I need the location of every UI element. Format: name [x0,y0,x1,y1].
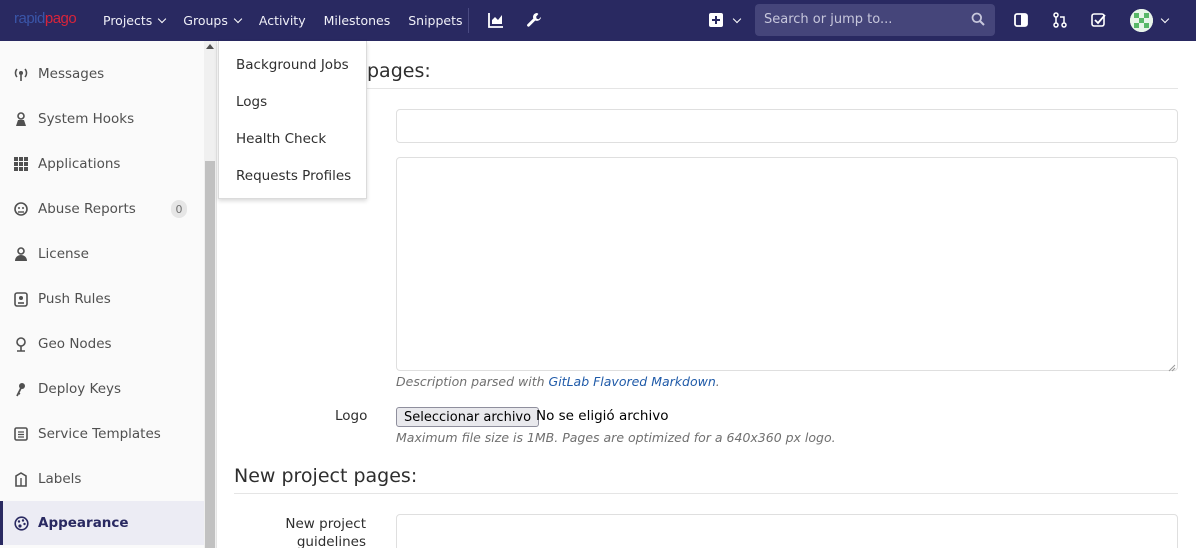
no-file-text: No se eligió archivo [536,408,669,424]
sidebar-item-messages[interactable]: Messages [0,52,204,96]
sidebar-item-geo-nodes[interactable]: Geo Nodes [0,322,204,366]
sidebar-item-label: Push Rules [38,291,111,307]
user-avatar[interactable] [1130,9,1153,32]
search-icon [971,12,985,30]
sidebar-item-applications[interactable]: Applications [0,142,204,186]
search-placeholder: Search or jump to... [764,12,893,27]
sidebar-scrollbar-thumb[interactable] [205,161,215,548]
sidebar-item-label: Labels [38,471,82,487]
nav-menu: Projects Groups Activity Milestones Snip… [103,0,481,41]
guidelines-textarea[interactable] [396,514,1178,548]
guidelines-label: New project guidelines [280,516,366,548]
sidebar-item-label: Messages [38,66,105,82]
nav-groups-label: Groups [183,13,228,28]
broadcast-icon [13,66,29,82]
sidebar-item-deploy-keys[interactable]: Deploy Keys [0,367,204,411]
label-icon [13,471,29,487]
brand-logo-prefix: rapid [14,10,45,27]
hook-icon [13,111,29,127]
sidebar-item-label: Deploy Keys [38,381,122,397]
chevron-down-icon [233,14,243,24]
scroll-up-arrow-icon[interactable] [206,44,214,49]
nav-projects-label: Projects [103,13,153,28]
sidebar-item-appearance[interactable]: Appearance [0,501,204,545]
brand-logo-suffix: pago [44,10,77,27]
grid-icon [13,156,29,172]
abuse-icon [13,201,29,217]
nav-separator [468,8,469,33]
push-rules-icon [13,291,29,307]
palette-icon [13,515,29,531]
help-prefix: Description parsed with [396,374,549,389]
admin-dropdown-menu: Background Jobs Logs Health Check Reques… [218,41,367,199]
chevron-down-icon[interactable] [726,11,744,29]
todo-check-icon[interactable] [1090,11,1108,29]
sidebar-item-label: Applications [38,156,121,172]
sidebar-item-label: Geo Nodes [38,336,112,352]
markdown-link[interactable]: GitLab Flavored Markdown [549,374,716,389]
nav-snippets[interactable]: Snippets [408,13,462,28]
chevron-down-glyph [732,14,741,23]
plus-square-icon[interactable] [707,11,725,29]
sidebar-item-service-templates[interactable]: Service Templates [0,412,204,456]
sidebar-item-label: License [38,246,89,262]
sidebar-toggle-icon[interactable] [1012,11,1030,29]
guidelines-label-line2: guidelines [296,534,366,548]
sidebar-item-label: Service Templates [38,426,161,442]
nav-milestones-label: Milestones [323,13,391,28]
count-badge: 0 [171,200,187,218]
brand-logo[interactable]: rapidpago [14,10,77,27]
nav-milestones[interactable]: Milestones [324,13,391,28]
nav-groups[interactable]: Groups [183,13,243,28]
wrench-icon[interactable] [525,11,543,29]
section-divider [234,88,1178,89]
sidebar-item-labels[interactable]: Labels [0,457,204,501]
license-icon [13,246,29,262]
section-divider [234,493,1178,494]
sidebar-item-system-hooks[interactable]: System Hooks [0,97,204,141]
sidebar-item-label: System Hooks [38,111,135,127]
top-navbar: rapidpago Projects Groups Activity Miles… [0,0,1196,41]
chevron-down-icon [158,14,167,24]
nav-snippets-label: Snippets [408,13,463,28]
title-input[interactable] [396,109,1178,143]
sidebar-item-license[interactable]: License [0,232,204,276]
merge-request-icon[interactable] [1051,11,1069,29]
description-help-text: Description parsed with GitLab Flavored … [396,374,720,389]
service-icon [13,426,29,442]
nav-activity-label: Activity [258,13,306,28]
new-project-section-title: New project pages: [234,465,418,487]
menu-item-logs[interactable]: Logs [236,94,267,110]
sidebar-item-push-rules[interactable]: Push Rules [0,277,204,321]
choose-file-button[interactable]: Seleccionar archivo [396,407,540,427]
description-textarea[interactable] [396,157,1178,371]
nav-projects[interactable]: Projects [103,13,167,28]
guidelines-label-line1: New project [285,516,366,532]
logo-label: Logo [335,408,368,424]
resize-handle-icon[interactable] [1168,360,1176,372]
location-icon [13,336,29,352]
admin-sidebar: Messages System Hooks Applications Abuse… [0,41,217,548]
signin-section-title: pages: [367,60,431,82]
search-input[interactable]: Search or jump to... [755,4,995,36]
nav-activity[interactable]: Activity [259,13,306,28]
chart-icon[interactable] [487,11,505,29]
sidebar-item-label: Abuse Reports [38,201,136,217]
help-suffix: . [715,374,720,389]
menu-item-health-check[interactable]: Health Check [236,131,326,147]
logo-help-text: Maximum file size is 1MB. Pages are opti… [396,430,836,445]
menu-item-background-jobs[interactable]: Background Jobs [236,57,349,73]
sidebar-item-abuse-reports[interactable]: Abuse Reports 0 [0,187,204,231]
chevron-down-icon[interactable] [1154,11,1172,29]
key-icon [13,381,29,397]
menu-item-requests-profiles[interactable]: Requests Profiles [236,168,351,184]
sidebar-item-label: Appearance [38,515,129,531]
chevron-down-glyph [1160,14,1169,23]
